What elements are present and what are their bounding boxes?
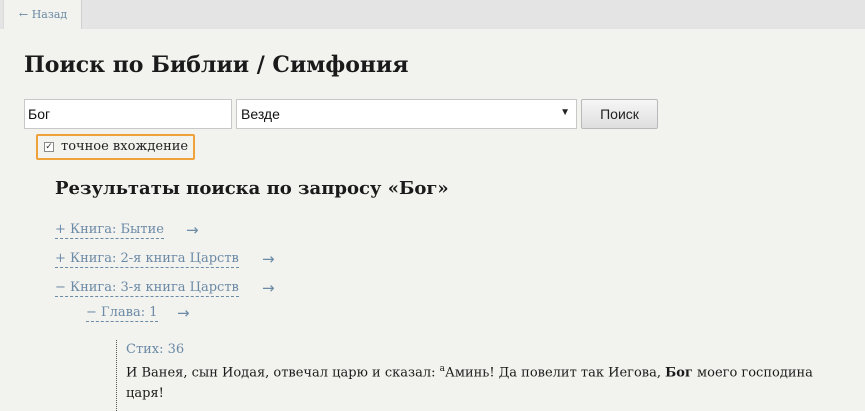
scope-select-value: Везде	[241, 106, 280, 122]
verse-text: И Ванея, сын Иодая, отвечал царю и сказа…	[126, 359, 846, 404]
dropdown-arrow-icon: ▼	[560, 107, 570, 118]
open-chapter-arrow-icon[interactable]: →	[177, 305, 190, 321]
book-link-3-kings[interactable]: − Книга: 3-я книга Царств	[55, 280, 239, 297]
search-button[interactable]: Поиск	[581, 99, 658, 129]
back-link[interactable]: ← Назад	[3, 0, 82, 29]
book-link-2-kings[interactable]: + Книга: 2-я книга Царств	[55, 251, 239, 268]
chapter-link[interactable]: − Глава: 1	[86, 305, 158, 322]
exact-match-option[interactable]: ✓ точное вхождение	[36, 134, 195, 160]
results-heading: Результаты поиска по запросу «Бог»	[55, 178, 449, 199]
page-title: Поиск по Библии / Симфония	[24, 52, 409, 78]
book-link-genesis[interactable]: + Книга: Бытие	[55, 222, 164, 239]
verse-reference[interactable]: Стих: 36	[126, 341, 865, 359]
verse-text-before: И Ванея, сын Иодая, отвечал царю и сказа…	[126, 365, 440, 381]
open-book-arrow-icon[interactable]: →	[186, 222, 199, 238]
top-bar	[0, 0, 865, 29]
scope-select[interactable]: Везде ▼	[236, 99, 577, 129]
search-input[interactable]: Бог	[24, 99, 232, 129]
search-term-highlight: Бог	[665, 365, 693, 381]
exact-match-checkbox[interactable]: ✓	[44, 142, 54, 152]
open-book-arrow-icon[interactable]: →	[262, 251, 275, 267]
open-book-arrow-icon[interactable]: →	[262, 280, 275, 296]
verse-result: Стих: 36 И Ванея, сын Иодая, отвечал цар…	[116, 340, 865, 411]
search-input-value: Бог	[28, 106, 51, 122]
exact-match-label: точное вхождение	[61, 139, 189, 154]
verse-text-middle: Аминь! Да повелит так Иегова,	[445, 365, 666, 381]
